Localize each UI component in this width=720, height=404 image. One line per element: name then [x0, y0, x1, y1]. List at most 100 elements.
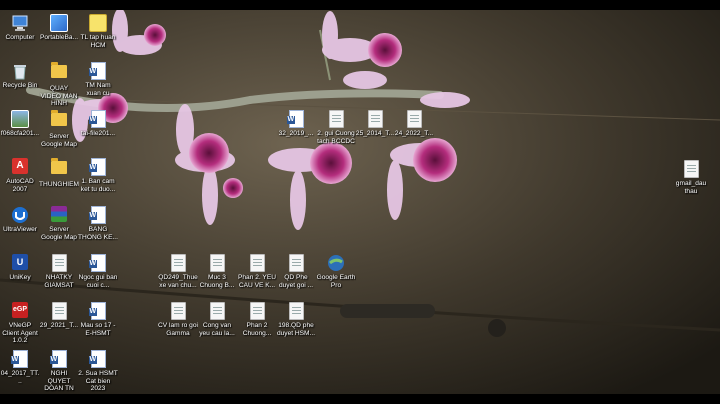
desktop-icon-label: gmail_dau thau [675, 180, 707, 195]
desktop-icon-nghi-quyet-doan-tn[interactable]: NGHI QUYET DOAN TN [39, 350, 79, 393]
desktop-icon-label: 24_2022_T... [394, 130, 434, 137]
desktop-icon-ngoc-gui-ban-cuoi-c[interactable]: Ngoc gui ban cuoi c... [78, 254, 118, 289]
document-icon [682, 160, 700, 178]
word-doc-icon [88, 254, 107, 272]
desktop-icon-24-2022-t[interactable]: 24_2022_T... [394, 110, 434, 138]
desktop-icon-label: BANG THONG KE... [78, 226, 118, 241]
desktop-icon-29-2021-t[interactable]: 29_2021_T... [39, 302, 79, 330]
document-icon [50, 254, 68, 272]
desktop-icon-muc-3-chuong-b[interactable]: Muc 3 Chuong B... [197, 254, 237, 289]
desktop-icon-label: 32_2019_... [278, 130, 314, 137]
desktop-icon-vnegp-client-agent-1-0-2[interactable]: eGP VNeGP Client Agent 1.0.2 [0, 302, 40, 345]
desktop-icon-qd249-thue-xe-van-chu[interactable]: QD249_Thue xe van chu... [158, 254, 198, 289]
desktop-icon-computer[interactable]: Computer [0, 14, 40, 42]
word-doc-icon [88, 110, 107, 128]
desktop-icon-autocad-2007[interactable]: A AutoCAD 2007 [0, 158, 40, 193]
desktop-icon-ultraviewer[interactable]: UltraViewer [0, 206, 40, 234]
document-icon [248, 302, 266, 320]
desktop-icon-phan-2-yeu-cau-ve-k[interactable]: Phan 2. YEU CAU VE K... [237, 254, 277, 289]
desktop-icon-label: 198.QD phe duyet HSM... [276, 322, 316, 337]
desktop-icon-label: UniKey [9, 274, 31, 281]
desktop-icon-thunghiem[interactable]: THUNGHIEM [39, 158, 79, 189]
desktop-icon-phan-2-chuong[interactable]: Phan 2 Chuong... [237, 302, 277, 337]
word-doc-icon [88, 350, 107, 368]
ultraviewer-icon [11, 206, 29, 224]
desktop-icon-label: QUAY VIDEO MAN HINH [40, 85, 78, 108]
recycle-bin-icon [11, 62, 29, 80]
computer-icon [11, 14, 29, 32]
document-icon [208, 254, 226, 272]
document-icon [169, 254, 187, 272]
desktop-icon-label: CV lam ro goi Gamma [158, 322, 198, 337]
desktop-icon-label: 2. Sua HSMT Cat bien 2023 [78, 370, 118, 393]
desktop-icon-label: 2. gui Cuong tach BCCDC [317, 130, 355, 145]
desktop-icon-198-qd-phe-duyet-hsm[interactable]: 198.QD phe duyet HSM... [276, 302, 316, 337]
desktop-icon-label: NHATKY GIAMSAT [44, 274, 74, 289]
desktop-icon-mau-so-17-e-hsmt[interactable]: Mau so 17 -E-HSMT [78, 302, 118, 337]
desktop-icon-cong-van-yeu-cau-la[interactable]: Cong van yeu cau la... [197, 302, 237, 337]
desktop-icon-2-sua-hsmt-cat-bien-2023[interactable]: 2. Sua HSMT Cat bien 2023 [78, 350, 118, 393]
desktop-icon-nhatky-giamsat[interactable]: NHATKY GIAMSAT [39, 254, 79, 289]
desktop-icon-bang-thong-ke[interactable]: BANG THONG KE... [78, 206, 118, 241]
bottom-letterbox [0, 394, 720, 404]
word-doc-icon [49, 350, 68, 368]
desktop-icon-label: Server Google Map [41, 133, 77, 148]
desktop-icon-label: Phan 2 Chuong... [242, 322, 272, 337]
desktop-icon-2-gui-cuong-tach-bccdc[interactable]: 2. gui Cuong tach BCCDC [316, 110, 356, 145]
desktop-icon-unikey[interactable]: U UniKey [0, 254, 40, 282]
desktop-icon-label: VNeGP Client Agent 1.0.2 [2, 322, 38, 345]
document-icon [287, 254, 305, 272]
desktop-icon-server-google-map[interactable]: Server Google Map [39, 206, 79, 241]
desktop-icon-tm-nam-xuan-cu[interactable]: TM Nam xuan cu [78, 62, 118, 97]
unikey-icon: U [11, 254, 29, 272]
desktop-icon-label: UltraViewer [3, 226, 37, 233]
desktop-icon-label: QD Phe duyet goi ... [278, 274, 314, 289]
word-doc-icon [10, 350, 29, 368]
desktop-icon-recycle-bin[interactable]: Recycle Bin [0, 62, 40, 90]
desktop-icon-04-2017-tt[interactable]: 04_2017_TT... [0, 350, 40, 385]
desktop-icon-portableba[interactable]: PortableBa... [39, 14, 79, 42]
desktop-icon-qd-phe-duyet-goi[interactable]: QD Phe duyet goi ... [276, 254, 316, 289]
desktop-icon-label: Computer [5, 34, 35, 41]
screen: Computer PortableBa... TL tap huan HCM Recy… [0, 0, 720, 404]
desktop-icon-gmail-dau-thau[interactable]: gmail_dau thau [671, 160, 711, 195]
desktop-icon-f068cfa201[interactable]: f068cfa201... [0, 110, 40, 138]
desktop-icon-tai-file201[interactable]: tai-file201... [78, 110, 118, 138]
desktop-icon-label: PortableBa... [39, 34, 79, 41]
desktop-icon-label: AutoCAD 2007 [6, 178, 34, 193]
desktop-icon-label: Phan 2. YEU CAU VE K... [237, 274, 276, 289]
desktop-icon-label: Recycle Bin [2, 82, 38, 89]
desktop-icon-label: Google Earth Pro [316, 274, 356, 289]
google-earth-icon [327, 254, 345, 272]
desktop-icon-label: 04_2017_TT... [0, 370, 40, 385]
desktop-icon-cv-lam-ro-goi-gamma[interactable]: CV lam ro goi Gamma [158, 302, 198, 337]
desktop-icon-label: Mau so 17 -E-HSMT [80, 322, 116, 337]
document-icon [287, 302, 305, 320]
desktop-icon-label: THUNGHIEM [39, 181, 79, 188]
desktop-icon-label: TL tap huan HCM [80, 34, 116, 49]
desktop-icon-quay-video-man-hinh[interactable]: QUAY VIDEO MAN HINH [39, 62, 79, 108]
folder-icon [50, 62, 68, 83]
desktop-icon-label: NGHI QUYET DOAN TN [44, 370, 74, 393]
desktop-icon-label: 1. Ban cam ket tu duo... [80, 178, 116, 193]
desktop-icon-label: tai-file201... [80, 130, 116, 137]
desktop[interactable]: Computer PortableBa... TL tap huan HCM Recy… [0, 10, 720, 394]
desktop-icon-label: f068cfa201... [0, 130, 40, 137]
document-icon [327, 110, 345, 128]
word-doc-icon [88, 302, 107, 320]
desktop-icon-label: TM Nam xuan cu [85, 82, 111, 97]
document-icon [248, 254, 266, 272]
desktop-icon-label: Cong van yeu cau la... [199, 322, 235, 337]
desktop-icon-tl-tap-huan-hcm[interactable]: TL tap huan HCM [78, 14, 118, 49]
app-icon [50, 14, 68, 32]
desktop-icon-25-2014-t[interactable]: 25_2014_T... [355, 110, 395, 138]
desktop-icon-1-ban-cam-ket-tu-duo[interactable]: 1. Ban cam ket tu duo... [78, 158, 118, 193]
document-icon [208, 302, 226, 320]
desktop-icon-google-earth-pro[interactable]: Google Earth Pro [316, 254, 356, 289]
desktop-icon-label: 25_2014_T... [355, 130, 395, 137]
document-icon [366, 110, 384, 128]
image-icon [11, 110, 29, 128]
document-icon [405, 110, 423, 128]
desktop-icon-32-2019[interactable]: 32_2019_... [276, 110, 316, 138]
desktop-icon-server-google-map[interactable]: Server Google Map [39, 110, 79, 148]
